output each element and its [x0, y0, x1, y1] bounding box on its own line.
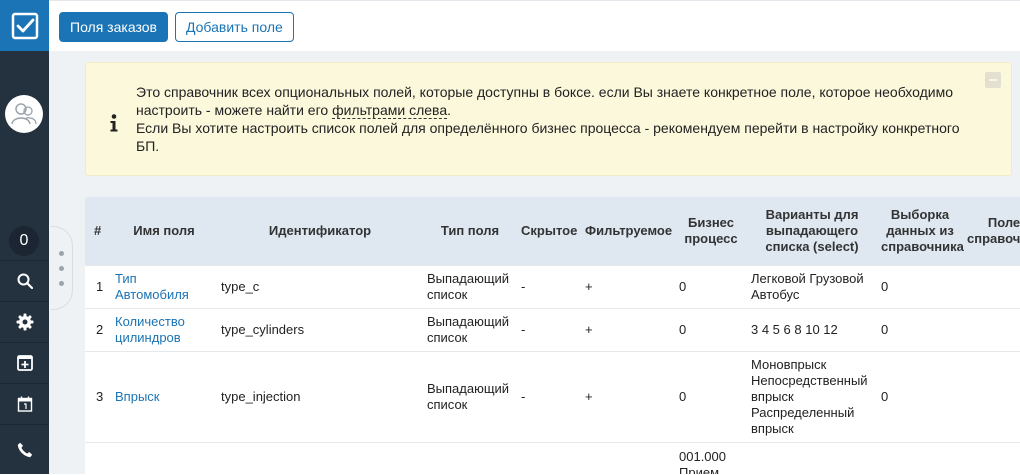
cell-type [423, 442, 517, 474]
field-name-link[interactable]: Впрыск [115, 389, 159, 404]
cell-lookup-field [963, 351, 1020, 443]
table-row: 2 Количество цилиндров type_cylinders Вы… [85, 308, 1020, 352]
left-sidebar: 0 [0, 0, 49, 474]
notice-text: Это справочник всех опциональных полей, … [136, 83, 986, 155]
cell-identifier: type_cylinders [217, 308, 423, 352]
cell-hidden: - [517, 351, 581, 443]
handle-dot [59, 251, 64, 256]
fields-table-card: # Имя поля Идентификатор Тип поля Скрыто… [85, 197, 1020, 474]
cell-type: Выпадающий список [423, 308, 517, 352]
fields-table: # Имя поля Идентификатор Тип поля Скрыто… [85, 197, 1020, 474]
col-header-lookup-field[interactable]: Поле справочника [963, 197, 1020, 266]
cell-name [111, 442, 217, 474]
cell-hidden: - [517, 265, 581, 309]
col-header-num[interactable]: # [85, 197, 111, 266]
search-icon [17, 273, 33, 289]
sidebar-calendar-button[interactable] [0, 383, 49, 424]
notice-line-2: Если Вы хотите настроить список полей дл… [136, 120, 960, 154]
cell-hidden [517, 442, 581, 474]
col-header-lookup[interactable]: Выборка данных из справочника [877, 197, 964, 266]
cell-lookup: 0 [877, 308, 963, 352]
info-notice: Это справочник всех опциональных полей, … [85, 62, 1012, 176]
gear-icon [16, 313, 33, 331]
app-logo[interactable] [0, 0, 49, 51]
collapse-notice-button[interactable] [985, 72, 1001, 88]
cell-filterable: + [581, 265, 675, 309]
cell-lookup: 0 [877, 351, 963, 443]
notice-line-1-end: . [447, 102, 452, 118]
add-box-icon [16, 355, 33, 371]
handle-dot [59, 266, 64, 271]
filter-drawer-handle[interactable] [51, 226, 73, 310]
cell-filterable [581, 442, 675, 474]
col-header-identifier[interactable]: Идентификатор [217, 197, 423, 266]
col-header-type[interactable]: Тип поля [423, 197, 517, 266]
checkbox-logo-icon [11, 12, 38, 39]
sidebar-settings-button[interactable] [0, 301, 49, 342]
cell-business-process: 0 [675, 308, 747, 352]
cell-filterable: + [581, 308, 675, 352]
table-row: 001.000 Прием [85, 442, 1020, 474]
cell-lookup [877, 442, 963, 474]
cell-num: 2 [85, 308, 111, 352]
notification-counter[interactable]: 0 [9, 226, 39, 256]
cell-num [85, 442, 111, 474]
cell-identifier: type_injection [217, 351, 423, 443]
cell-filterable: + [581, 351, 675, 443]
table-row: 3 Впрыск type_injection Выпадающий списо… [85, 351, 1020, 443]
cell-lookup: 0 [877, 265, 963, 309]
cell-type: Выпадающий список [423, 265, 517, 309]
col-header-business-process[interactable]: Бизнес процесс [675, 197, 747, 266]
cell-variants: 3 4 5 6 8 10 12 [747, 308, 877, 352]
cell-identifier: type_c [217, 265, 423, 309]
col-header-filterable[interactable]: Фильтруемое [581, 197, 675, 266]
user-avatar-icon [11, 103, 37, 125]
cell-name: Тип Автомобиля [111, 265, 217, 309]
info-icon [110, 114, 118, 132]
cell-business-process: 0 [675, 265, 747, 309]
notice-line-1: Это справочник всех опциональных полей, … [136, 83, 986, 119]
col-header-hidden[interactable]: Скрытое [517, 197, 581, 266]
col-header-select-variants[interactable]: Варианты для выпадающего списка (select) [747, 197, 877, 266]
col-header-name[interactable]: Имя поля [111, 197, 217, 266]
notice-line-1-text: Это справочник всех опциональных полей, … [136, 84, 953, 118]
filters-link[interactable]: фильтрами слева [332, 102, 448, 119]
add-field-button[interactable]: Добавить поле [175, 12, 294, 42]
field-name-link[interactable]: Количество цилиндров [115, 314, 185, 345]
cell-num: 3 [85, 351, 111, 443]
sidebar-search-button[interactable] [0, 260, 49, 301]
order-fields-button[interactable]: Поля заказов [59, 12, 168, 42]
avatar[interactable] [5, 95, 43, 133]
cell-identifier [217, 442, 423, 474]
sidebar-add-button[interactable] [0, 342, 49, 383]
cell-name: Впрыск [111, 351, 217, 443]
cell-lookup-field [963, 308, 1020, 352]
table-row: 1 Тип Автомобиля type_c Выпадающий списо… [85, 265, 1020, 309]
cell-hidden: - [517, 308, 581, 352]
cell-business-process: 0 [675, 351, 747, 443]
cell-type: Выпадающий список [423, 351, 517, 443]
toolbar: Поля заказов Добавить поле [49, 0, 1020, 51]
cell-name: Количество цилиндров [111, 308, 217, 352]
cell-business-process: 001.000 Прием [675, 442, 747, 474]
cell-variants: Легковой Грузовой Автобус [747, 265, 877, 309]
cell-lookup-field [963, 265, 1020, 309]
cell-lookup-field [963, 442, 1020, 474]
table-header-row: # Имя поля Идентификатор Тип поля Скрыто… [85, 197, 1020, 266]
phone-icon [17, 442, 32, 458]
handle-dot [59, 281, 64, 286]
calendar-icon [17, 396, 32, 412]
sidebar-phone-button[interactable] [0, 424, 49, 475]
field-name-link[interactable]: Тип Автомобиля [115, 271, 189, 302]
cell-variants [747, 442, 877, 474]
cell-variants: Моновпрыск Непосредственный впрыск Распр… [747, 351, 877, 443]
cell-num: 1 [85, 265, 111, 309]
